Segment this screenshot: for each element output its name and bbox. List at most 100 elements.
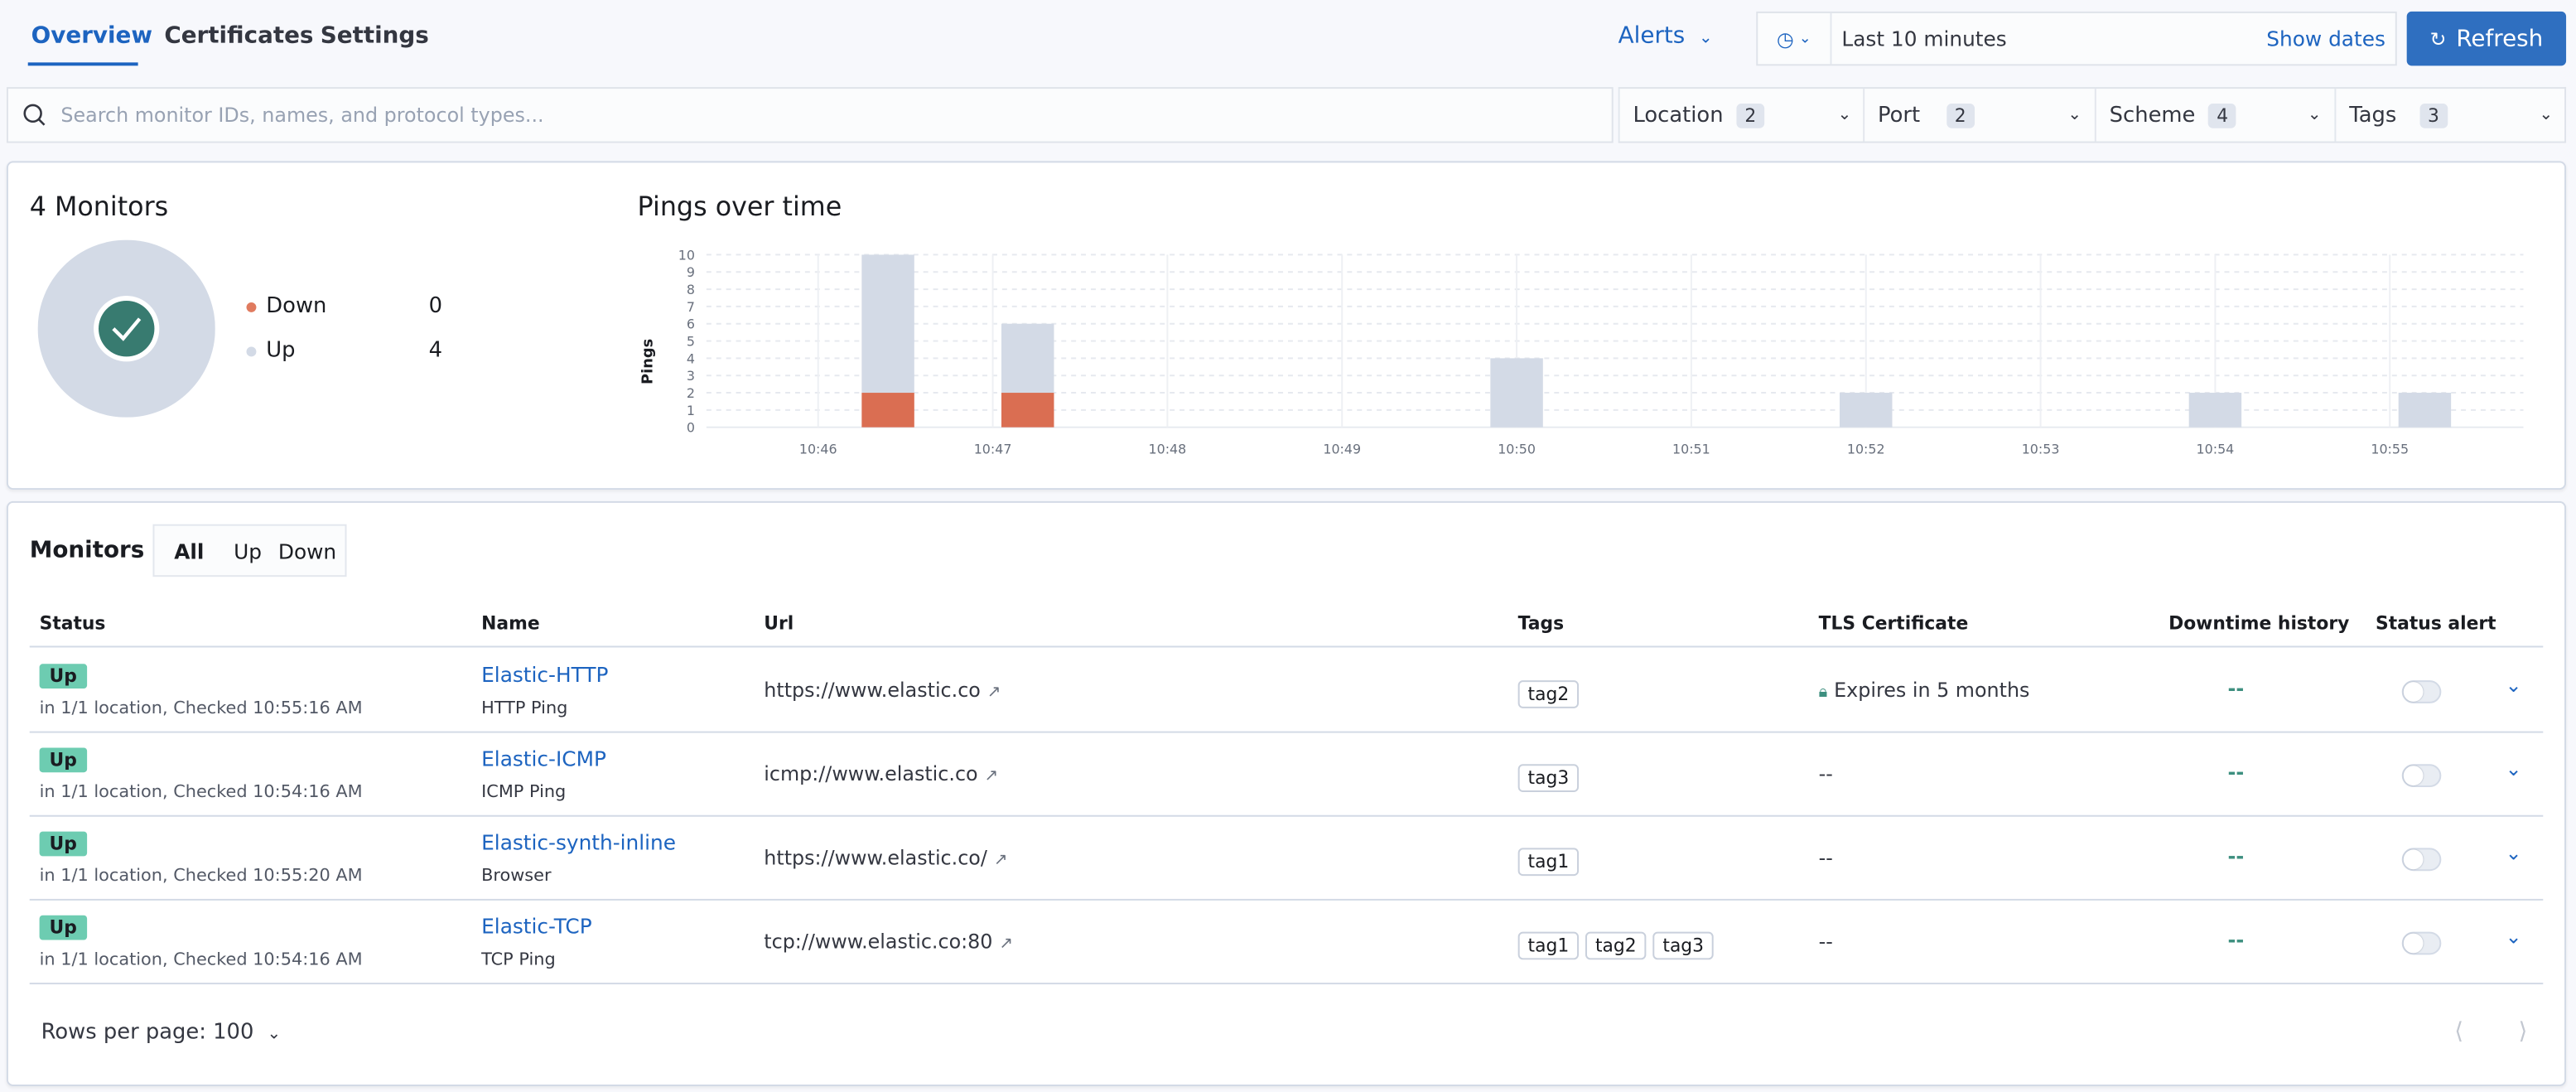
check-circle-icon	[99, 300, 155, 357]
table-row: Up in 1/1 location, Checked 10:55:16 AM …	[29, 647, 2544, 733]
x-tick-label: 10:53	[2022, 441, 2060, 457]
status-donut	[37, 239, 215, 418]
bar-up	[861, 254, 914, 394]
refresh-button[interactable]: ↻ Refresh	[2406, 11, 2567, 66]
bar-up	[1490, 358, 1543, 428]
filter-port[interactable]: Port 2 ⌄	[1863, 89, 2095, 142]
monitor-url-link[interactable]: https://www.elastic.co ↗	[764, 679, 1001, 702]
bar-up	[2188, 393, 2242, 428]
search-input[interactable]: Search monitor IDs, names, and protocol …	[6, 87, 1614, 143]
status-alert-toggle[interactable]	[2401, 680, 2442, 703]
filter-location[interactable]: Location 2 ⌄	[1618, 89, 1865, 142]
filter-label: Tags	[2349, 102, 2397, 128]
column-header-name[interactable]: Name	[481, 613, 540, 635]
y-axis-label: Pings	[639, 339, 656, 384]
filter-count: 2	[1946, 102, 1975, 128]
x-tick-label: 10:47	[974, 441, 1012, 457]
monitor-type: TCP Ping	[481, 949, 556, 970]
monitor-name-link[interactable]: Elastic-HTTP	[481, 662, 608, 687]
tab-certificates[interactable]: Certificates	[164, 23, 313, 50]
chevron-down-icon: ⌄	[1798, 30, 1811, 47]
tab-settings[interactable]: Settings	[321, 23, 429, 50]
lock-icon: 🔒︎	[1818, 684, 1828, 702]
next-page-button[interactable]: ⟩	[2519, 1019, 2528, 1046]
search-icon	[23, 104, 46, 126]
bar-down	[861, 393, 914, 428]
filter-label: Port	[1878, 102, 1921, 128]
x-tick-label: 10:51	[1672, 441, 1710, 457]
tags-cell: tag1 tag2 tag3	[1517, 927, 1720, 960]
chevron-down-icon: ⌄	[1698, 29, 1713, 48]
legend-label: Up	[266, 338, 296, 364]
filter-all-button[interactable]: All	[174, 539, 204, 563]
filter-up-button[interactable]: Up	[234, 539, 262, 563]
monitor-type: HTTP Ping	[481, 698, 568, 718]
date-range-value[interactable]: Last 10 minutes	[1841, 27, 2006, 51]
y-tick-label: 9	[687, 264, 695, 280]
y-tick-label: 1	[687, 403, 695, 418]
x-tick-label: 10:52	[1847, 441, 1885, 457]
x-tick-label: 10:46	[799, 441, 837, 457]
status-alert-toggle[interactable]	[2401, 931, 2442, 955]
down-dot-icon	[246, 301, 257, 312]
tag-badge[interactable]: tag3	[1652, 931, 1714, 960]
monitor-count-title: 4 Monitors	[29, 191, 169, 222]
y-tick-label: 8	[687, 282, 695, 297]
monitors-title: Monitors	[29, 537, 145, 564]
column-header-status[interactable]: Status	[40, 613, 106, 635]
monitor-url-link[interactable]: tcp://www.elastic.co:80 ↗	[764, 930, 1013, 954]
filter-scheme[interactable]: Scheme 4 ⌄	[2094, 89, 2335, 142]
alerts-menu[interactable]: Alerts ⌄	[1618, 23, 1713, 50]
monitor-url-link[interactable]: icmp://www.elastic.co ↗	[764, 762, 998, 785]
filter-down-button[interactable]: Down	[278, 539, 336, 563]
tab-overview[interactable]: Overview	[31, 23, 152, 50]
expand-row-chevron-icon[interactable]: ⌄	[2506, 757, 2522, 780]
rows-per-page-label: Rows per page: 100	[41, 1020, 254, 1046]
filter-group: Location 2 ⌄ Port 2 ⌄ Scheme 4 ⌄ Tags 3 ⌄	[1618, 87, 2567, 143]
expand-row-chevron-icon[interactable]: ⌄	[2506, 674, 2522, 697]
external-link-icon: ↗	[987, 684, 1001, 702]
tag-badge[interactable]: tag2	[1517, 680, 1580, 708]
downtime-history: --	[2227, 928, 2245, 952]
expand-row-chevron-icon[interactable]: ⌄	[2506, 925, 2522, 949]
show-dates-link[interactable]: Show dates	[2266, 27, 2385, 51]
filter-label: Location	[1633, 102, 1724, 128]
status-badge: Up	[39, 664, 87, 689]
rows-per-page-select[interactable]: Rows per page: 100 ⌄	[41, 1021, 282, 1046]
url-text: https://www.elastic.co/	[764, 846, 987, 870]
external-link-icon: ↗	[993, 851, 1008, 870]
y-tick-label: 2	[687, 385, 695, 401]
previous-page-button[interactable]: ⟨	[2454, 1019, 2463, 1046]
y-tick-label: 6	[687, 316, 695, 332]
tag-badge[interactable]: tag1	[1517, 931, 1580, 960]
status-detail: in 1/1 location, Checked 10:55:16 AM	[39, 698, 363, 718]
chevron-down-icon: ⌄	[2307, 105, 2322, 124]
tls-text: --	[1818, 930, 1833, 954]
pings-chart: Pings 0 1 23 45 67 8 910 10:46 10:47 10:48 10:49 10…	[639, 247, 2524, 457]
legend-value: 0	[428, 294, 443, 319]
url-text: icmp://www.elastic.co	[764, 762, 978, 786]
chart-title: Pings over time	[637, 191, 842, 222]
monitor-name-link[interactable]: Elastic-ICMP	[481, 746, 606, 771]
tls-text: --	[1818, 762, 1833, 786]
chevron-down-icon: ⌄	[1837, 105, 1852, 124]
monitor-name-link[interactable]: Elastic-TCP	[481, 914, 592, 939]
column-header-url[interactable]: Url	[764, 613, 794, 635]
expand-row-chevron-icon[interactable]: ⌄	[2506, 842, 2522, 865]
tls-cell: --	[1819, 930, 1833, 954]
tags-cell: tag2	[1517, 675, 1585, 708]
tag-badge[interactable]: tag1	[1517, 848, 1580, 877]
tag-badge[interactable]: tag3	[1517, 764, 1580, 792]
monitor-url-link[interactable]: https://www.elastic.co/ ↗	[764, 846, 1007, 869]
filter-tags[interactable]: Tags 3 ⌄	[2334, 89, 2566, 142]
x-tick-label: 10:54	[2197, 441, 2235, 457]
monitor-name-link[interactable]: Elastic-synth-inline	[481, 830, 676, 855]
quick-menu-button[interactable]: ◷ ⌄	[1758, 12, 1832, 65]
tls-cell: --	[1819, 762, 1833, 785]
date-picker: ◷ ⌄ Last 10 minutes Show dates	[1756, 11, 2397, 66]
status-alert-toggle[interactable]	[2401, 848, 2442, 872]
x-tick-label: 10:55	[2371, 441, 2409, 457]
bar-up	[2398, 393, 2452, 428]
status-alert-toggle[interactable]	[2401, 764, 2442, 788]
tag-badge[interactable]: tag2	[1585, 931, 1647, 960]
